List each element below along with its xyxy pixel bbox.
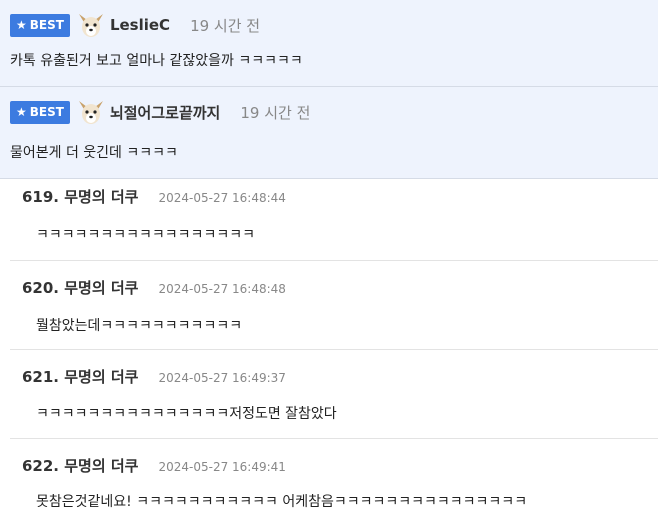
dog-avatar-icon[interactable] xyxy=(76,10,106,40)
dog-avatar-icon[interactable] xyxy=(76,97,106,127)
comment-timestamp: 2024-05-27 16:48:44 xyxy=(158,191,286,205)
comment-timestamp: 2024-05-27 16:49:37 xyxy=(158,371,286,385)
comment-text: ㅋㅋㅋㅋㅋㅋㅋㅋㅋㅋㅋㅋㅋㅋㅋ저정도면 잘참았다 xyxy=(36,406,337,422)
comment-item: 620. 무명의 더쿠 2024-05-27 16:48:48 뭘참았는데ㅋㅋㅋ… xyxy=(10,260,658,349)
comment-text: 카톡 유출된거 보고 얼마나 같잖았을까 ㅋㅋㅋㅋㅋ xyxy=(10,53,303,69)
best-badge-label: BEST xyxy=(29,18,64,32)
comment-header: 619. 무명의 더쿠 2024-05-27 16:48:44 xyxy=(22,186,286,207)
comment-text: 뭘참았는데ㅋㅋㅋㅋㅋㅋㅋㅋㅋㅋㅋ xyxy=(36,318,243,334)
comment-time: 19 시간 전 xyxy=(240,103,311,122)
comment-author[interactable]: 620. 무명의 더쿠 xyxy=(22,277,138,298)
best-comment-2: ★ BEST 뇌절어그로끝까지 19 시간 전 물어본게 더 웃긴데 ㅋㅋㅋㅋ xyxy=(0,87,658,179)
star-icon: ★ xyxy=(16,105,27,119)
best-badge-label: BEST xyxy=(29,105,64,119)
best-badge: ★ BEST xyxy=(10,100,70,124)
comment-author[interactable]: 622. 무명의 더쿠 xyxy=(22,455,138,476)
comment-item: 621. 무명의 더쿠 2024-05-27 16:49:37 ㅋㅋㅋㅋㅋㅋㅋㅋ… xyxy=(10,349,658,438)
author-nickname[interactable]: LeslieC xyxy=(110,16,170,34)
author-nickname[interactable]: 뇌절어그로끝까지 xyxy=(110,102,220,123)
best-badge: ★ BEST xyxy=(10,13,70,37)
comment-author[interactable]: 619. 무명의 더쿠 xyxy=(22,186,138,207)
comment-timestamp: 2024-05-27 16:49:41 xyxy=(158,460,286,474)
comment-text: ㅋㅋㅋㅋㅋㅋㅋㅋㅋㅋㅋㅋㅋㅋㅋㅋㅋ xyxy=(36,227,255,243)
best-comment-header: ★ BEST LeslieC 19 시간 전 xyxy=(10,10,260,40)
comment-time: 19 시간 전 xyxy=(190,16,261,35)
comment-item: 619. 무명의 더쿠 2024-05-27 16:48:44 ㅋㅋㅋㅋㅋㅋㅋㅋ… xyxy=(10,178,658,260)
star-icon: ★ xyxy=(16,18,27,32)
comment-header: 622. 무명의 더쿠 2024-05-27 16:49:41 xyxy=(22,455,286,476)
comment-text: 물어본게 더 웃긴데 ㅋㅋㅋㅋ xyxy=(10,145,178,161)
best-comment-header: ★ BEST 뇌절어그로끝까지 19 시간 전 xyxy=(10,97,310,127)
comment-item: 622. 무명의 더쿠 2024-05-27 16:49:41 못참은것같네요!… xyxy=(10,438,658,522)
comment-header: 620. 무명의 더쿠 2024-05-27 16:48:48 xyxy=(22,277,286,298)
comment-text: 못참은것같네요! ㅋㅋㅋㅋㅋㅋㅋㅋㅋㅋㅋ 어케참음ㅋㅋㅋㅋㅋㅋㅋㅋㅋㅋㅋㅋㅋㅋㅋ xyxy=(36,494,528,510)
comment-author[interactable]: 621. 무명의 더쿠 xyxy=(22,366,138,387)
best-comment-1: ★ BEST LeslieC 19 시간 전 카톡 유출된거 보고 얼마나 같잖… xyxy=(0,0,658,87)
comment-header: 621. 무명의 더쿠 2024-05-27 16:49:37 xyxy=(22,366,286,387)
comment-timestamp: 2024-05-27 16:48:48 xyxy=(158,282,286,296)
